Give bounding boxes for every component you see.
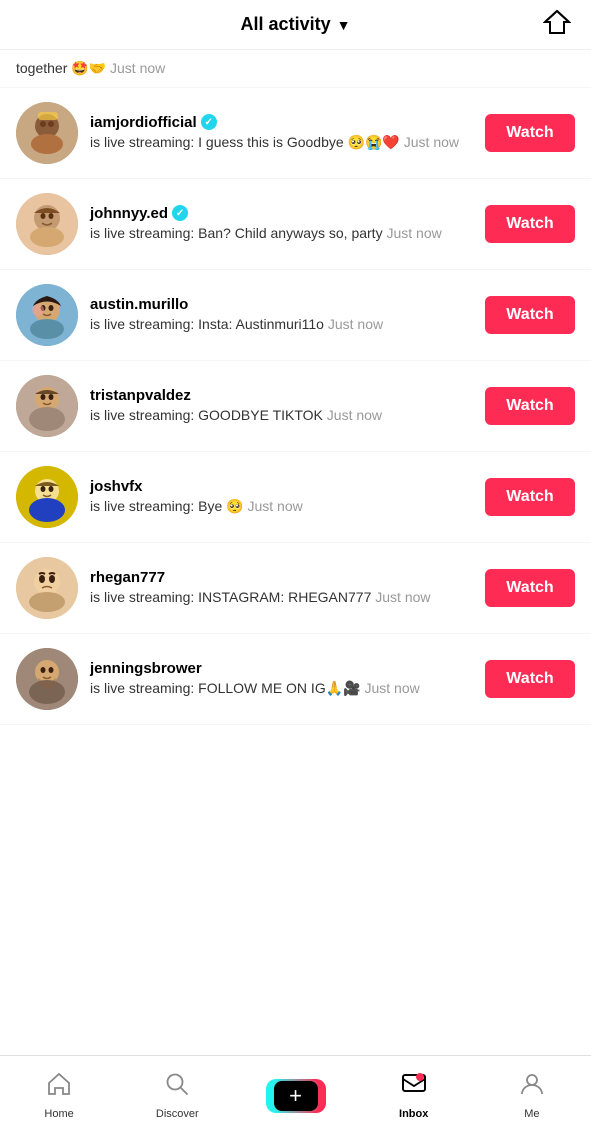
nav-item-home[interactable]: Home xyxy=(0,1071,118,1120)
nav-item-inbox[interactable]: Inbox xyxy=(355,1071,473,1120)
list-item: austin.murillo is live streaming: Insta:… xyxy=(0,270,591,361)
home-icon xyxy=(46,1071,72,1104)
watch-button[interactable]: Watch xyxy=(485,205,575,243)
avatar xyxy=(16,648,78,710)
filter-icon[interactable] xyxy=(543,8,571,42)
timestamp: Just now xyxy=(375,589,430,605)
me-label: Me xyxy=(524,1108,539,1120)
list-item: jenningsbrower is live streaming: FOLLOW… xyxy=(0,634,591,725)
avatar xyxy=(16,375,78,437)
item-content: austin.murillo is live streaming: Insta:… xyxy=(90,296,473,335)
timestamp: Just now xyxy=(328,316,383,332)
username-row: tristanpvaldez xyxy=(90,387,473,404)
create-plus-button[interactable]: + xyxy=(272,1079,320,1113)
avatar xyxy=(16,193,78,255)
activity-text: is live streaming: INSTAGRAM: RHEGAN777 … xyxy=(90,588,473,608)
watch-button[interactable]: Watch xyxy=(485,478,575,516)
item-content: johnnyy.ed is live streaming: Ban? Child… xyxy=(90,205,473,244)
inbox-label: Inbox xyxy=(399,1108,428,1120)
all-activity-label: All activity xyxy=(241,14,331,35)
list-item: rhegan777 is live streaming: INSTAGRAM: … xyxy=(0,543,591,634)
activity-text: is live streaming: GOODBYE TIKTOK Just n… xyxy=(90,406,473,426)
list-item: iamjordiofficial is live streaming: I gu… xyxy=(0,88,591,179)
partial-timestamp: Just now xyxy=(110,60,165,76)
item-content: tristanpvaldez is live streaming: GOODBY… xyxy=(90,387,473,426)
username-row: joshvfx xyxy=(90,478,473,495)
watch-button[interactable]: Watch xyxy=(485,569,575,607)
username-row: rhegan777 xyxy=(90,569,473,586)
item-content: jenningsbrower is live streaming: FOLLOW… xyxy=(90,660,473,699)
avatar xyxy=(16,557,78,619)
partial-activity-item: together 🤩🤝 Just now xyxy=(0,50,591,88)
username-label: joshvfx xyxy=(90,478,143,495)
list-item: tristanpvaldez is live streaming: GOODBY… xyxy=(0,361,591,452)
username-label: iamjordiofficial xyxy=(90,114,197,131)
header: All activity ▼ xyxy=(0,0,591,50)
nav-item-me[interactable]: Me xyxy=(473,1071,591,1120)
verified-icon xyxy=(172,205,188,221)
partial-activity-text: together 🤩🤝 xyxy=(16,60,110,76)
header-title[interactable]: All activity ▼ xyxy=(241,14,351,35)
username-row: iamjordiofficial xyxy=(90,114,473,131)
username-label: jenningsbrower xyxy=(90,660,202,677)
nav-item-discover[interactable]: Discover xyxy=(118,1071,236,1120)
activity-text: is live streaming: FOLLOW ME ON IG🙏🎥 Jus… xyxy=(90,679,473,699)
bottom-nav: Home Discover + Inb xyxy=(0,1055,591,1135)
username-label: austin.murillo xyxy=(90,296,188,313)
timestamp: Just now xyxy=(386,225,441,241)
watch-button[interactable]: Watch xyxy=(485,296,575,334)
username-label: tristanpvaldez xyxy=(90,387,191,404)
avatar xyxy=(16,284,78,346)
activity-list: iamjordiofficial is live streaming: I gu… xyxy=(0,88,591,725)
chevron-down-icon[interactable]: ▼ xyxy=(337,17,351,33)
avatar xyxy=(16,102,78,164)
inbox-icon xyxy=(401,1071,427,1104)
item-content: iamjordiofficial is live streaming: I gu… xyxy=(90,114,473,153)
nav-item-create[interactable]: + xyxy=(236,1079,354,1113)
item-content: rhegan777 is live streaming: INSTAGRAM: … xyxy=(90,569,473,608)
main-content: together 🤩🤝 Just now iamjordiofficial xyxy=(0,50,591,805)
username-row: austin.murillo xyxy=(90,296,473,313)
timestamp: Just now xyxy=(404,134,459,150)
person-icon xyxy=(519,1071,545,1104)
watch-button[interactable]: Watch xyxy=(485,387,575,425)
plus-icon: + xyxy=(289,1085,302,1107)
home-label: Home xyxy=(44,1108,73,1120)
plus-inner: + xyxy=(274,1081,318,1111)
partial-text: together 🤩🤝 Just now xyxy=(16,60,575,77)
list-item: johnnyy.ed is live streaming: Ban? Child… xyxy=(0,179,591,270)
activity-text: is live streaming: I guess this is Goodb… xyxy=(90,133,473,153)
username-row: jenningsbrower xyxy=(90,660,473,677)
discover-label: Discover xyxy=(156,1108,199,1120)
search-icon xyxy=(164,1071,190,1104)
activity-text: is live streaming: Insta: Austinmuri11o … xyxy=(90,315,473,335)
watch-button[interactable]: Watch xyxy=(485,114,575,152)
avatar xyxy=(16,466,78,528)
username-label: johnnyy.ed xyxy=(90,205,168,222)
list-item: joshvfx is live streaming: Bye 🥺 Just no… xyxy=(0,452,591,543)
username-label: rhegan777 xyxy=(90,569,165,586)
timestamp: Just now xyxy=(364,680,419,696)
item-content: joshvfx is live streaming: Bye 🥺 Just no… xyxy=(90,478,473,517)
activity-text: is live streaming: Ban? Child anyways so… xyxy=(90,224,473,244)
activity-text: is live streaming: Bye 🥺 Just now xyxy=(90,497,473,517)
watch-button[interactable]: Watch xyxy=(485,660,575,698)
username-row: johnnyy.ed xyxy=(90,205,473,222)
timestamp: Just now xyxy=(247,498,302,514)
timestamp: Just now xyxy=(327,407,382,423)
verified-icon xyxy=(201,114,217,130)
